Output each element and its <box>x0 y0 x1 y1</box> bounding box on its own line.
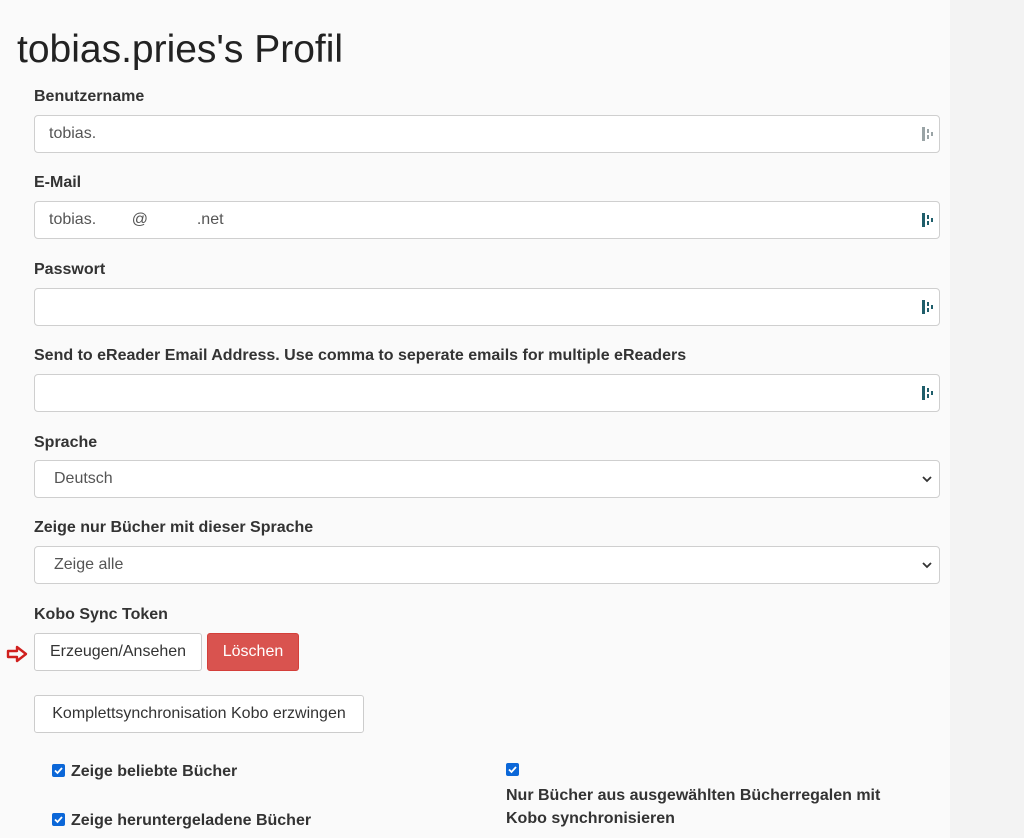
book-language-label: Zeige nur Bücher mit dieser Sprache <box>34 519 314 536</box>
chevron-down-icon <box>922 476 932 483</box>
arrow-right-icon <box>6 645 28 663</box>
full-sync-button[interactable]: Komplettsynchronisation Kobo erzwingen <box>34 695 364 733</box>
password-manager-icon[interactable] <box>921 212 935 228</box>
language-select[interactable]: Deutsch <box>34 460 940 498</box>
language-label: Sprache <box>34 434 98 451</box>
delete-token-button[interactable]: Löschen <box>207 633 299 671</box>
sync-selected-shelves-checkbox[interactable] <box>506 763 519 776</box>
ereader-email-label: Send to eReader Email Address. Use comma… <box>34 347 687 364</box>
show-popular-label: Zeige beliebte Bücher <box>71 763 238 780</box>
checkmark-icon <box>54 816 63 824</box>
checkmark-icon <box>508 766 517 774</box>
email-label: E-Mail <box>34 174 82 191</box>
checkmark-icon <box>54 767 63 775</box>
language-value: Deutsch <box>54 470 113 487</box>
email-value: tobias. @ .net <box>49 211 224 228</box>
book-language-value: Zeige alle <box>54 556 124 573</box>
page-title: tobias.pries's Profil <box>17 28 344 71</box>
generate-token-button[interactable]: Erzeugen/Ansehen <box>34 633 202 671</box>
ereader-email-field[interactable] <box>34 374 940 412</box>
username-label: Benutzername <box>34 88 145 105</box>
show-popular-checkbox[interactable] <box>52 764 65 777</box>
password-field[interactable] <box>34 288 940 326</box>
book-language-select[interactable]: Zeige alle <box>34 546 940 584</box>
username-value: tobias. <box>49 125 97 142</box>
password-manager-icon[interactable] <box>921 299 935 315</box>
email-field[interactable]: tobias. @ .net <box>34 201 940 239</box>
sync-selected-shelves-label-line2: Kobo synchronisieren <box>506 810 675 827</box>
username-field[interactable]: tobias. <box>34 115 940 153</box>
password-label: Passwort <box>34 261 106 278</box>
show-downloaded-checkbox[interactable] <box>52 813 65 826</box>
password-manager-icon[interactable] <box>921 385 935 401</box>
kobo-sync-token-label: Kobo Sync Token <box>34 606 168 623</box>
chevron-down-icon <box>922 562 932 569</box>
password-manager-icon[interactable] <box>921 126 935 142</box>
sync-selected-shelves-label-line1: Nur Bücher aus ausgewählten Bücherregale… <box>506 787 881 804</box>
show-downloaded-label: Zeige heruntergeladene Bücher <box>71 812 312 829</box>
